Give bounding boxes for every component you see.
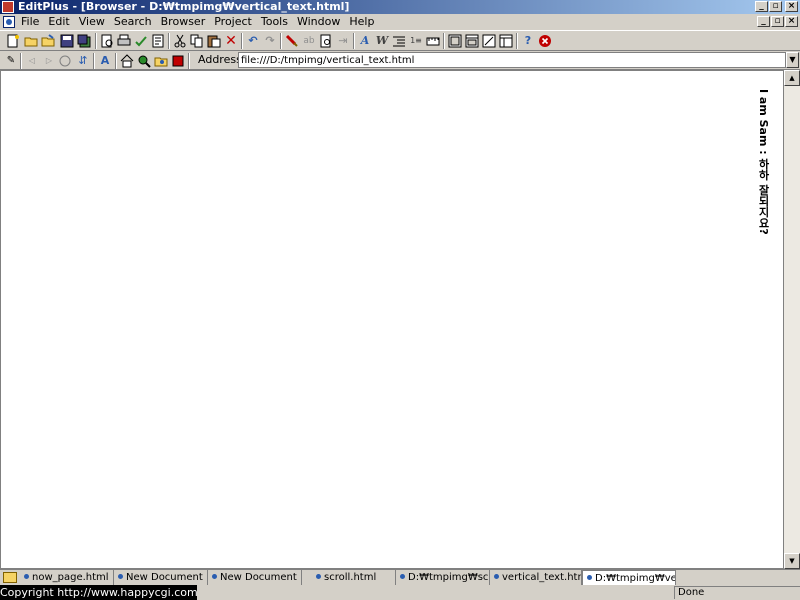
file-icon — [400, 574, 405, 579]
file-icon — [494, 574, 499, 579]
restore-button[interactable]: ▫ — [769, 1, 782, 12]
vertical-text: I am Sam : 하하 잘되지요? — [757, 89, 770, 235]
menu-edit[interactable]: Edit — [48, 14, 74, 30]
copyright-notice: Copyright http://www.happycgi.com — [0, 585, 197, 600]
stop-icon[interactable] — [538, 34, 552, 48]
new-file-icon[interactable] — [6, 34, 20, 48]
paste-icon[interactable] — [207, 34, 221, 48]
minimize-button[interactable]: _ — [755, 1, 768, 12]
word-wrap-icon[interactable]: W — [375, 34, 389, 48]
file-icon — [316, 574, 321, 579]
scroll-up-button[interactable]: ▲ — [784, 70, 800, 86]
tab-now-page[interactable]: now_page.html — [20, 570, 114, 585]
ruler-icon[interactable] — [426, 34, 440, 48]
close-button[interactable]: × — [785, 1, 798, 12]
document-controls: _ ▫ × — [757, 16, 798, 27]
open-remote-icon[interactable] — [41, 34, 55, 48]
menu-project[interactable]: Project — [214, 14, 257, 30]
menu-tools[interactable]: Tools — [261, 14, 293, 30]
forward-icon[interactable]: ▷ — [42, 54, 56, 68]
spell-check-icon[interactable] — [134, 34, 148, 48]
document-tab-bar: now_page.html New Document New Document … — [0, 569, 800, 585]
help-icon[interactable]: ? — [521, 34, 535, 48]
window-title: EditPlus - [Browser - D:₩tmpimg₩vertical… — [18, 0, 350, 13]
directory-icon[interactable] — [499, 34, 513, 48]
doc-minimize-button[interactable]: _ — [757, 16, 770, 27]
clip-text-icon[interactable] — [482, 34, 496, 48]
address-label: Address — [198, 53, 242, 66]
font-icon[interactable]: A — [358, 34, 372, 48]
file-icon — [118, 574, 123, 579]
menu-search[interactable]: Search — [114, 14, 157, 30]
full-screen-icon[interactable] — [448, 34, 462, 48]
go-to-icon[interactable]: ⇥ — [336, 34, 350, 48]
menu-window[interactable]: Window — [297, 14, 345, 30]
find-in-files-icon[interactable] — [319, 34, 333, 48]
doc-close-button[interactable]: × — [785, 16, 798, 27]
status-text: Done — [674, 586, 800, 599]
back-icon[interactable]: ◁ — [25, 54, 39, 68]
vertical-scrollbar[interactable]: ▲ ▼ — [784, 70, 800, 569]
tab-new-document-1[interactable]: New Document — [114, 570, 208, 585]
copy-icon[interactable] — [190, 34, 204, 48]
browser-icon[interactable] — [151, 34, 165, 48]
doc-restore-button[interactable]: ▫ — [771, 16, 784, 27]
redo-icon[interactable]: ↷ — [263, 34, 277, 48]
browser-toolbar: ✎ ◁ ▷ ⇵ A Address ▼ — [0, 51, 800, 70]
delete-icon[interactable]: ✕ — [224, 34, 238, 48]
home-icon[interactable] — [120, 54, 134, 68]
cut-icon[interactable] — [173, 34, 187, 48]
file-icon — [24, 574, 29, 579]
save-icon[interactable] — [60, 34, 74, 48]
print-preview-icon[interactable] — [100, 34, 114, 48]
folder-icon[interactable] — [3, 572, 17, 583]
scroll-down-button[interactable]: ▼ — [784, 553, 800, 569]
font-size-icon[interactable]: A — [98, 54, 112, 68]
tab-vertical-text-path[interactable]: D:₩tmpimg₩vertic — [582, 570, 676, 585]
window-controls: _ ▫ × — [755, 1, 798, 12]
address-dropdown-button[interactable]: ▼ — [786, 52, 799, 68]
replace-icon[interactable]: ab — [302, 34, 316, 48]
file-icon — [212, 574, 217, 579]
open-icon[interactable] — [24, 34, 38, 48]
indent-icon[interactable] — [392, 34, 406, 48]
line-number-icon[interactable]: 1≡ — [409, 34, 423, 48]
status-bar: Copyright http://www.happycgi.com Done — [0, 585, 800, 600]
stop-loading-icon[interactable] — [58, 54, 72, 68]
document-icon[interactable] — [3, 16, 15, 28]
favorites-icon[interactable] — [154, 54, 168, 68]
undo-icon[interactable]: ↶ — [246, 34, 260, 48]
toggle-output-icon[interactable] — [465, 34, 479, 48]
menu-file[interactable]: File — [21, 14, 44, 30]
print-icon[interactable] — [117, 34, 131, 48]
tab-scroll[interactable]: scroll.html — [302, 570, 396, 585]
edit-pencil-icon[interactable]: ✎ — [4, 54, 18, 68]
tab-scroll-path[interactable]: D:₩tmpimg₩scroll — [396, 570, 490, 585]
menu-help[interactable]: Help — [349, 14, 379, 30]
main-toolbar: ✕ ↶ ↷ ab ⇥ A W 1≡ ? — [0, 30, 800, 51]
title-bar: EditPlus - [Browser - D:₩tmpimg₩vertical… — [0, 0, 800, 14]
tab-new-document-2[interactable]: New Document — [208, 570, 302, 585]
browser-content[interactable]: I am Sam : 하하 잘되지요? — [0, 70, 784, 569]
bookmark-icon[interactable] — [171, 54, 185, 68]
tab-vertical-text[interactable]: vertical_text.html — [490, 570, 582, 585]
menu-view[interactable]: View — [79, 14, 110, 30]
file-icon — [587, 575, 592, 580]
find-icon[interactable] — [285, 34, 299, 48]
menu-browser[interactable]: Browser — [161, 14, 211, 30]
address-input[interactable] — [238, 52, 786, 68]
app-icon[interactable] — [2, 1, 14, 13]
refresh-icon[interactable]: ⇵ — [76, 54, 90, 68]
menu-bar: File Edit View Search Browser Project To… — [0, 14, 800, 30]
save-all-icon[interactable] — [77, 34, 91, 48]
search-web-icon[interactable] — [137, 54, 151, 68]
